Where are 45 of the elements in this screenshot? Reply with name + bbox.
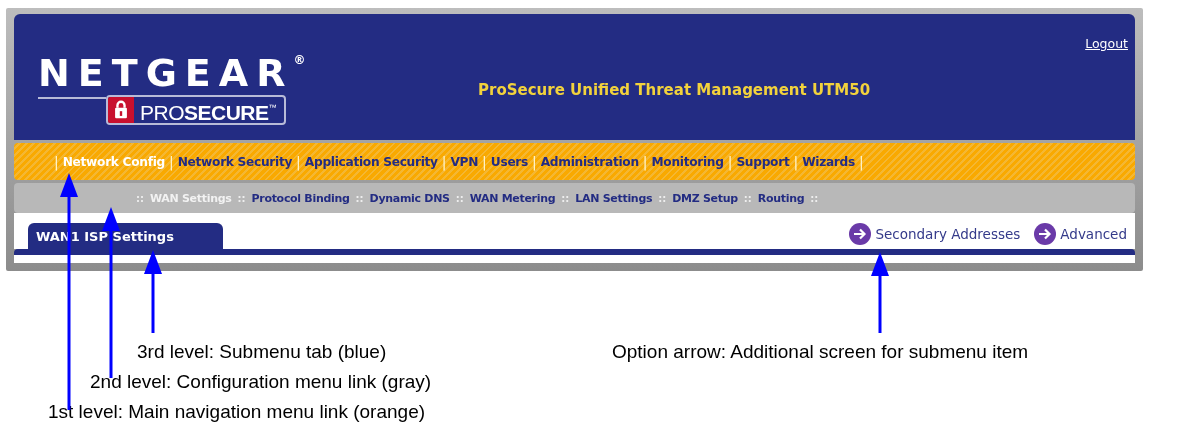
menu-separator: :: — [135, 192, 145, 204]
arrow-circle-icon[interactable] — [1034, 223, 1057, 245]
config-menu-link[interactable]: Dynamic DNS — [369, 191, 450, 205]
main-menu-link[interactable]: VPN — [450, 154, 479, 169]
callout-label: 2nd level: Configuration menu link (gray) — [90, 371, 432, 393]
menu-separator: | — [531, 153, 538, 170]
menu-separator: :: — [657, 192, 668, 204]
menu-separator: :: — [236, 192, 247, 204]
main-menu-link[interactable]: Users — [490, 154, 528, 169]
product-title: ProSecure Unified Threat Management UTM50 — [478, 81, 871, 99]
callout-label: 1st level: Main navigation menu link (orange) — [48, 401, 426, 423]
menu-separator: :: — [809, 192, 820, 204]
main-menu-link[interactable]: Monitoring — [651, 154, 724, 169]
menu-separator: | — [481, 153, 488, 170]
logout-link[interactable]: Logout — [1085, 36, 1128, 51]
sub-brand-text: PROSECURE$^{™}$ — [140, 99, 277, 123]
brand-logo: NETGEAR$^{®}$ — [38, 50, 307, 95]
menu-separator: | — [857, 153, 865, 170]
menu-separator: :: — [560, 192, 571, 204]
main-menu-link[interactable]: Network Security — [177, 154, 293, 169]
main-menu-link[interactable]: Support — [736, 154, 790, 169]
menu-separator: :: — [742, 192, 753, 204]
main-menu-link[interactable]: Wizards — [802, 154, 855, 169]
option-link[interactable]: Secondary Addresses — [875, 226, 1021, 242]
menu-separator: | — [168, 153, 175, 170]
menu-separator: | — [295, 153, 302, 170]
config-menu-link[interactable]: WAN Metering — [469, 191, 556, 205]
callout-label: Option arrow: Additional screen for submenu item — [612, 341, 1029, 363]
config-menu-link[interactable]: DMZ Setup — [672, 191, 738, 205]
menu-separator: :: — [454, 192, 465, 204]
config-menu-link[interactable]: Protocol Binding — [251, 191, 350, 205]
main-menu-link[interactable]: Application Security — [304, 154, 438, 169]
arrow-circle-icon[interactable] — [849, 223, 872, 245]
menu-separator: | — [726, 153, 734, 170]
menu-separator: :: — [354, 192, 365, 204]
menu-separator: | — [641, 153, 649, 170]
config-menu-link[interactable]: LAN Settings — [575, 191, 653, 205]
lock-icon — [108, 97, 134, 123]
menu-separator: | — [440, 153, 448, 170]
menu-separator: | — [792, 153, 800, 170]
menu-separator: | — [53, 153, 60, 170]
option-link[interactable]: Advanced — [1060, 226, 1127, 242]
callout-label: 3rd level: Submenu tab (blue) — [137, 341, 387, 363]
config-menu-link[interactable]: Routing — [757, 191, 805, 205]
main-menu-link[interactable]: Administration — [540, 154, 639, 169]
